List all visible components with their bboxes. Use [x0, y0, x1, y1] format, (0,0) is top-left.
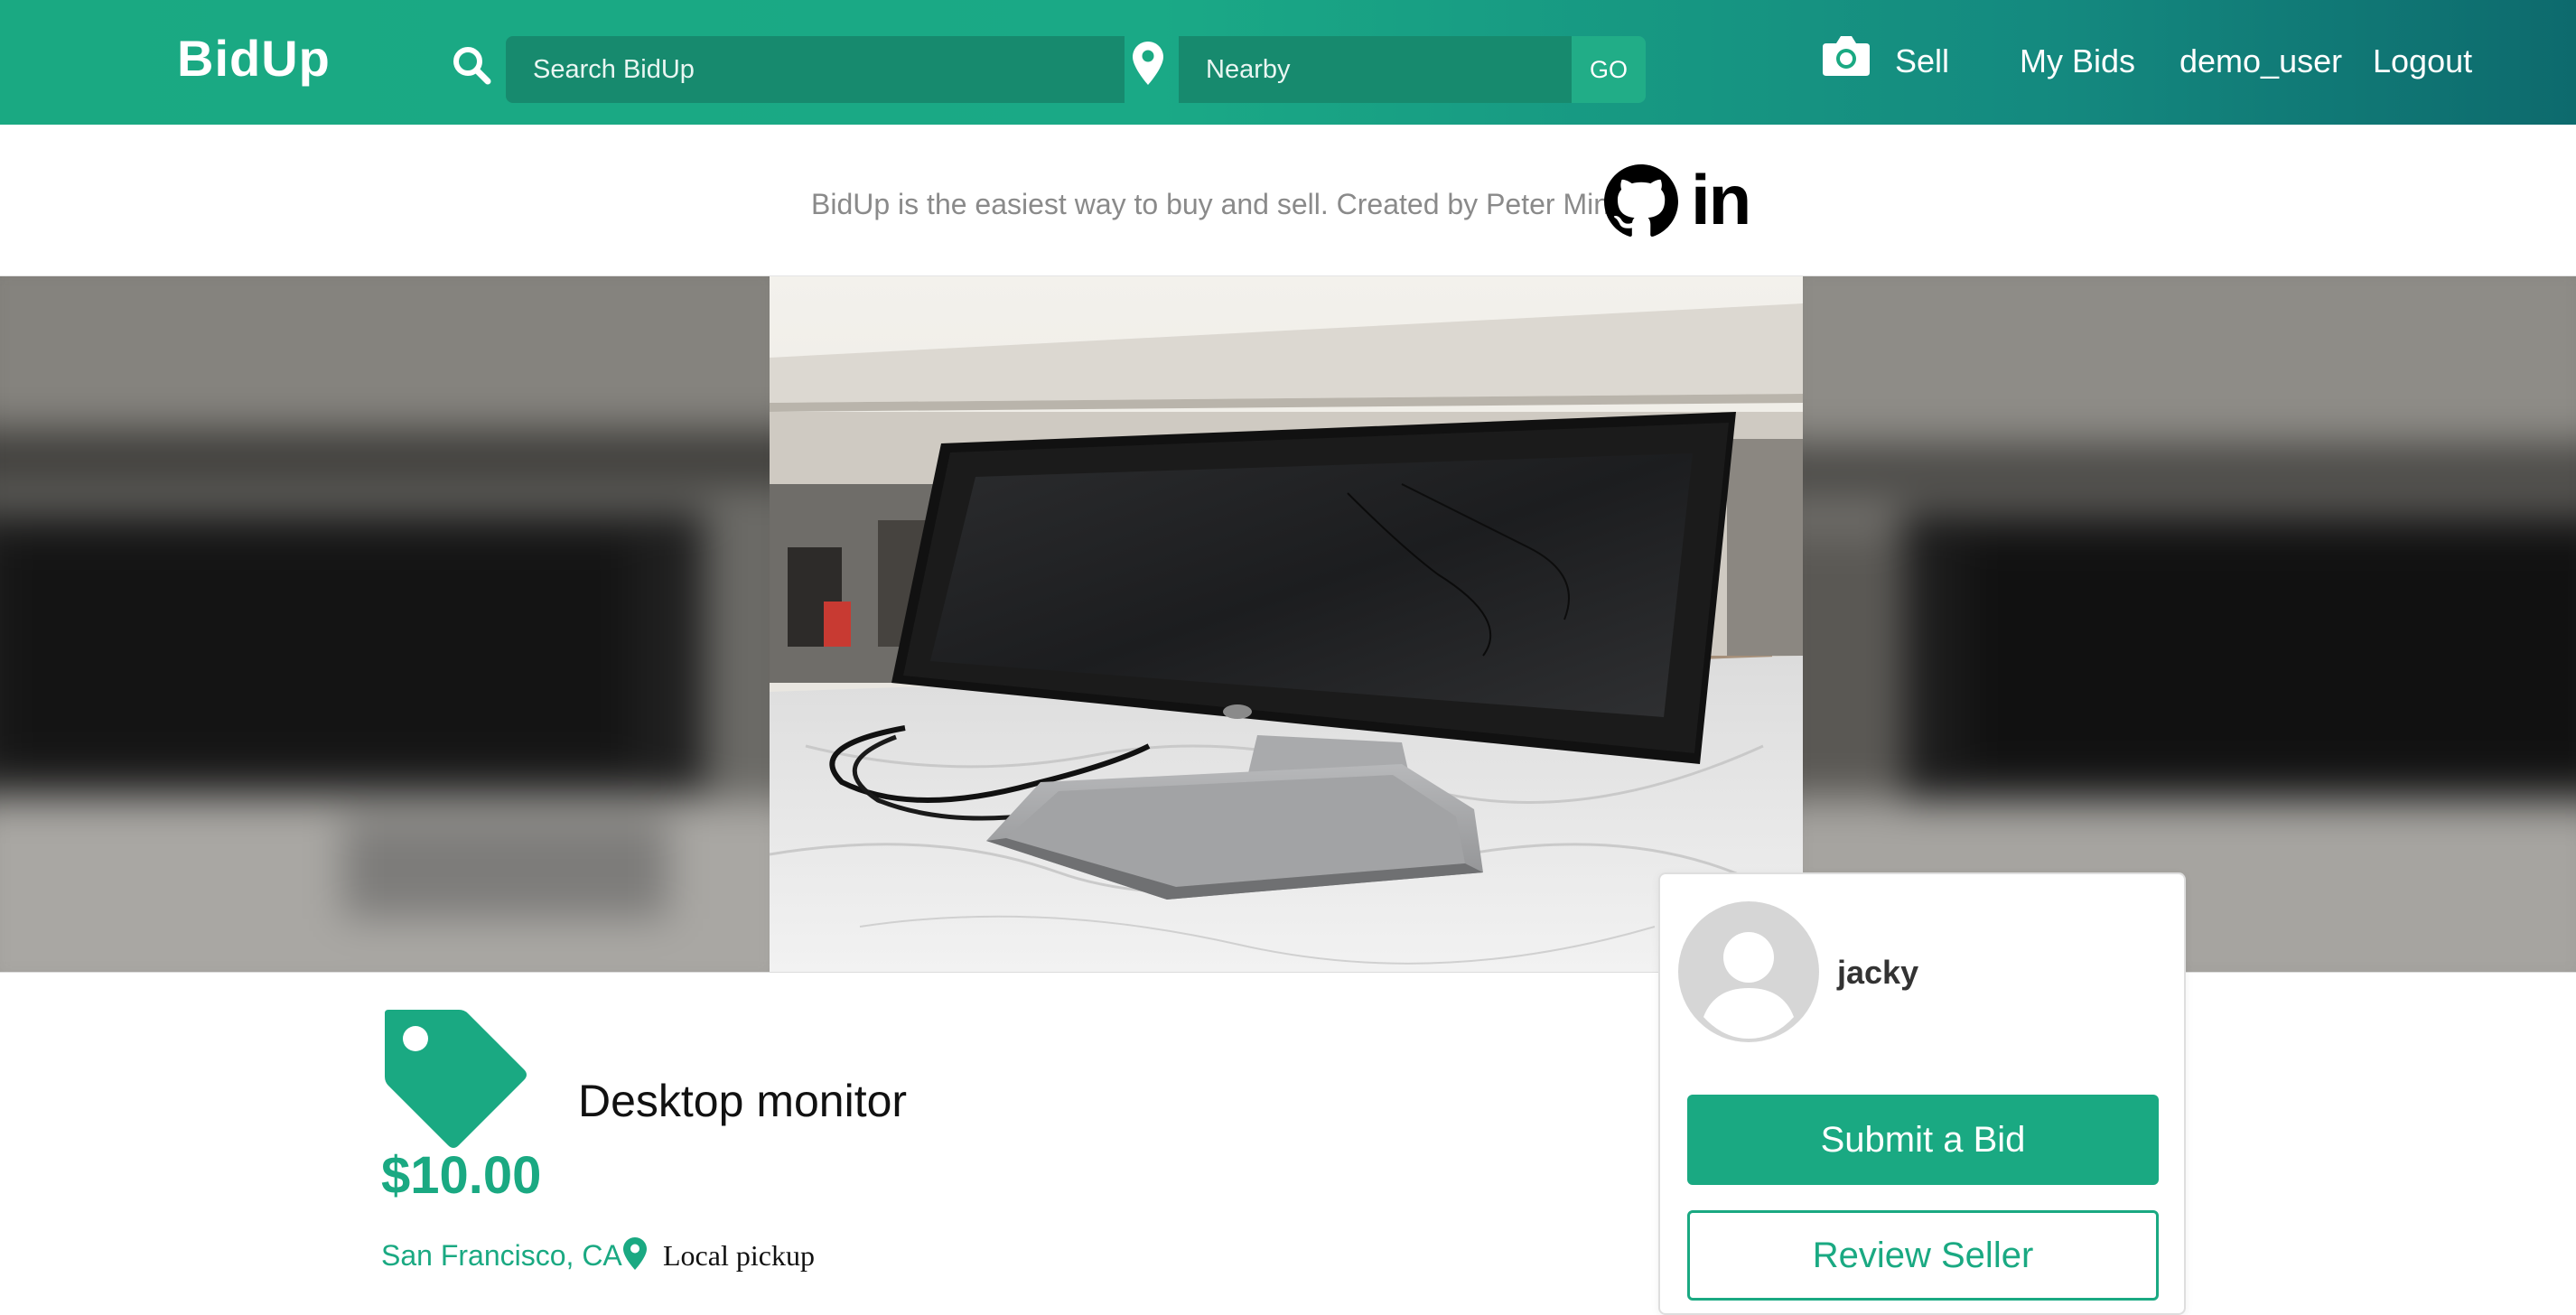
tagline-text: BidUp is the easiest way to buy and sell… [811, 188, 1618, 220]
nav-sell-link[interactable]: Sell [1895, 38, 1949, 85]
price-tag-icon [385, 1010, 527, 1148]
search-input[interactable] [506, 36, 1125, 103]
search-field-wrapper [506, 36, 1125, 103]
map-pin-icon [1133, 42, 1163, 85]
top-navbar: BidUp GO Sell My Bids demo_user Logout [0, 0, 2576, 125]
location-input[interactable] [1179, 36, 1572, 103]
location-field-wrapper [1179, 36, 1572, 103]
go-button[interactable]: GO [1572, 36, 1646, 103]
review-seller-button[interactable]: Review Seller [1687, 1210, 2159, 1301]
listing-title: Desktop monitor [578, 1076, 908, 1126]
divider [0, 972, 2576, 973]
monitor-photo-illustration [770, 276, 1803, 972]
seller-name[interactable]: jacky [1837, 954, 1918, 992]
submit-bid-button[interactable]: Submit a Bid [1687, 1095, 2159, 1185]
nav-logout-link[interactable]: Logout [2373, 38, 2472, 85]
listing-image-carousel [0, 276, 2576, 972]
tagline-bar: BidUp is the easiest way to buy and sell… [0, 125, 2576, 276]
github-icon[interactable] [1604, 164, 1678, 238]
nav-my-bids-link[interactable]: My Bids [2020, 38, 2135, 85]
camera-icon[interactable] [1823, 34, 1870, 76]
bidup-logo[interactable]: BidUp [177, 29, 331, 88]
seller-card: jacky Submit a Bid Review Seller [1658, 872, 2186, 1315]
user-avatar-icon [1678, 901, 1819, 1042]
blurred-backdrop-left [0, 276, 770, 972]
listing-location: San Francisco, CA [381, 1239, 622, 1272]
blurred-backdrop-right [1803, 276, 2576, 972]
linkedin-icon[interactable]: in [1691, 164, 1751, 235]
nav-username-link[interactable]: demo_user [2179, 38, 2342, 85]
map-pin-icon [623, 1237, 647, 1270]
listing-price: $10.00 [381, 1146, 542, 1205]
pickup-method: Local pickup [663, 1239, 815, 1272]
search-icon [453, 47, 491, 85]
listing-photo[interactable] [770, 276, 1803, 972]
